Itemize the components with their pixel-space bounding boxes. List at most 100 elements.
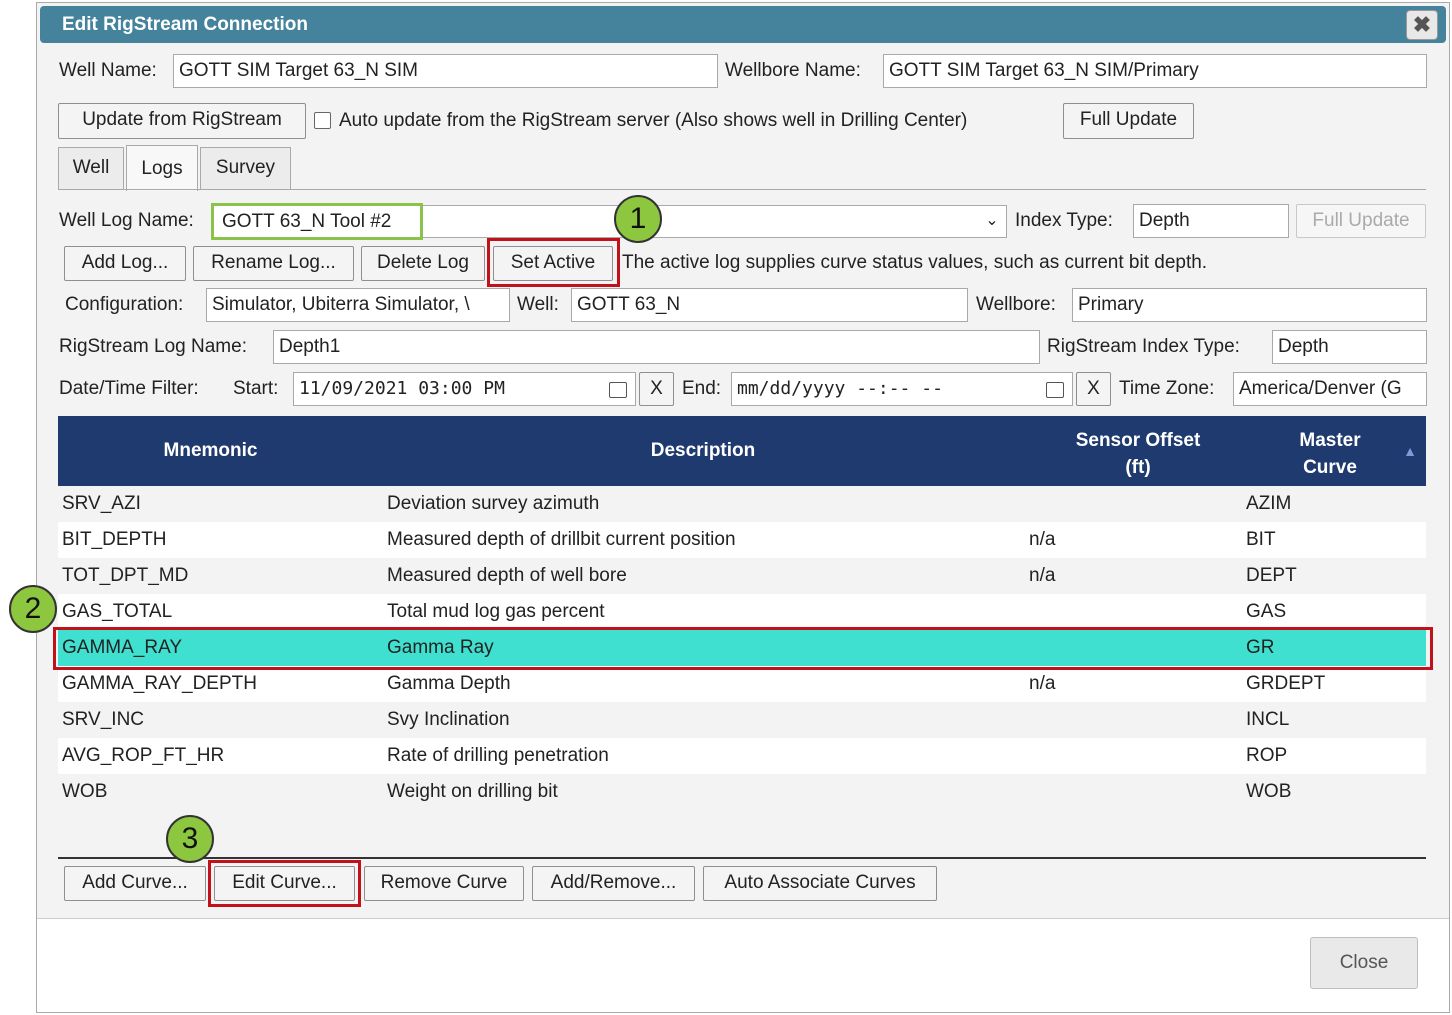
cell-description: Measured depth of drillbit current posit… <box>387 529 736 550</box>
tab-survey[interactable]: Survey <box>200 147 291 189</box>
tab-well[interactable]: Well <box>58 147 124 189</box>
cell-offset: n/a <box>1029 529 1056 550</box>
log-name-highlight <box>211 203 423 240</box>
time-zone-label: Time Zone: <box>1119 378 1215 399</box>
tab-divider <box>58 189 1426 190</box>
cell-mnemonic: SRV_INC <box>62 709 145 730</box>
clear-end-button[interactable]: X <box>1076 372 1111 406</box>
dialog-title: Edit RigStream Connection <box>40 6 1446 43</box>
update-from-rigstream-button[interactable]: Update from RigStream <box>58 103 306 139</box>
cell-description: Measured depth of well bore <box>387 565 627 586</box>
close-button[interactable]: Close <box>1310 937 1418 989</box>
wellbore-label: Wellbore: <box>976 294 1056 315</box>
active-log-note: The active log supplies curve status val… <box>622 252 1208 273</box>
cell-mnemonic: WOB <box>62 781 108 802</box>
step-2-badge: 2 <box>9 585 57 633</box>
edit-curve-highlight <box>208 860 361 907</box>
add-log-button[interactable]: Add Log... <box>64 246 186 281</box>
set-active-highlight <box>487 238 620 287</box>
end-datetime-input[interactable]: mm/dd/yyyy --:-- -- <box>731 372 1073 406</box>
time-zone-field[interactable]: America/Denver (G <box>1233 372 1427 406</box>
remove-curve-button[interactable]: Remove Curve <box>364 866 524 901</box>
table-row[interactable]: TOT_DPT_MD Measured depth of well bore n… <box>58 558 1426 594</box>
well-name-field[interactable]: GOTT SIM Target 63_N SIM <box>173 54 718 88</box>
cell-offset: n/a <box>1029 565 1056 586</box>
well-name-label: Well Name: <box>59 60 157 81</box>
configuration-field[interactable]: Simulator, Ubiterra Simulator, \ <box>206 288 510 322</box>
calendar-icon[interactable] <box>1046 382 1064 398</box>
table-row[interactable]: SRV_INC Svy Inclination INCL <box>58 702 1426 738</box>
full-update-button[interactable]: Full Update <box>1063 103 1194 139</box>
add-remove-button[interactable]: Add/Remove... <box>532 866 695 901</box>
cell-description: Weight on drilling bit <box>387 781 558 802</box>
step-3-badge: 3 <box>166 815 214 863</box>
sensor-offset-header-line2: (ft) <box>1125 457 1151 478</box>
rigstream-log-name-field[interactable]: Depth1 <box>273 330 1040 364</box>
auto-update-checkbox[interactable] <box>314 112 331 129</box>
step-1-badge: 1 <box>614 195 662 243</box>
description-column-header[interactable]: Description <box>578 438 828 464</box>
datetime-filter-label: Date/Time Filter: <box>59 378 199 399</box>
rename-log-button[interactable]: Rename Log... <box>193 246 354 281</box>
cell-master-curve: BIT <box>1246 529 1276 550</box>
table-row[interactable]: SRV_AZI Deviation survey azimuth AZIM <box>58 486 1426 522</box>
master-curve-header-line2: Curve <box>1303 457 1357 478</box>
index-type-field[interactable]: Depth <box>1133 204 1289 238</box>
end-label: End: <box>682 378 722 399</box>
cell-master-curve: GAS <box>1246 601 1287 622</box>
cell-description: Gamma Depth <box>387 673 511 694</box>
start-label: Start: <box>233 378 279 399</box>
cell-master-curve: INCL <box>1246 709 1290 730</box>
close-icon[interactable]: ✖ <box>1406 10 1438 40</box>
chevron-down-icon[interactable]: ⌄ <box>983 208 1001 234</box>
well-field[interactable]: GOTT 63_N <box>571 288 968 322</box>
rigstream-index-type-label: RigStream Index Type: <box>1047 336 1240 357</box>
mnemonic-column-header[interactable]: Mnemonic <box>118 438 303 464</box>
index-type-label: Index Type: <box>1015 210 1113 231</box>
sort-ascending-icon[interactable]: ▲ <box>1400 438 1420 464</box>
cell-mnemonic: BIT_DEPTH <box>62 529 167 550</box>
rigstream-index-type-field[interactable]: Depth <box>1272 330 1427 364</box>
table-bottom-divider <box>58 857 1426 859</box>
add-curve-button[interactable]: Add Curve... <box>64 866 206 901</box>
curve-table-header: Mnemonic Description Sensor Offset (ft) … <box>58 416 1426 486</box>
master-curve-header-line1[interactable]: Master <box>1280 428 1380 454</box>
cell-description: Svy Inclination <box>387 709 510 730</box>
cell-master-curve: ROP <box>1246 745 1288 766</box>
clear-start-button[interactable]: X <box>639 372 674 406</box>
selected-row-highlight <box>53 627 1433 670</box>
cell-mnemonic: GAS_TOTAL <box>62 601 173 622</box>
table-row[interactable]: AVG_ROP_FT_HR Rate of drilling penetrati… <box>58 738 1426 774</box>
configuration-label: Configuration: <box>65 294 184 315</box>
wellbore-name-label: Wellbore Name: <box>725 60 861 81</box>
cell-master-curve: GRDEPT <box>1246 673 1326 694</box>
cell-mnemonic: SRV_AZI <box>62 493 141 514</box>
well-log-name-label: Well Log Name: <box>59 210 194 231</box>
auto-update-label: Auto update from the RigStream server (A… <box>339 110 968 131</box>
cell-description: Rate of drilling penetration <box>387 745 609 766</box>
cell-mnemonic: TOT_DPT_MD <box>62 565 189 586</box>
cell-description: Total mud log gas percent <box>387 601 605 622</box>
wellbore-name-field[interactable]: GOTT SIM Target 63_N SIM/Primary <box>883 54 1427 88</box>
calendar-icon[interactable] <box>609 382 627 398</box>
rigstream-log-name-label: RigStream Log Name: <box>59 336 247 357</box>
start-datetime-input[interactable]: 11/09/2021 03:00 PM <box>293 372 636 406</box>
delete-log-button[interactable]: Delete Log <box>361 246 485 281</box>
dialog-footer <box>37 918 1449 1012</box>
table-row[interactable]: GAS_TOTAL Total mud log gas percent GAS <box>58 594 1426 630</box>
cell-master-curve: AZIM <box>1246 493 1292 514</box>
cell-master-curve: WOB <box>1246 781 1292 802</box>
cell-mnemonic: AVG_ROP_FT_HR <box>62 745 225 766</box>
table-row[interactable]: GAMMA_RAY_DEPTH Gamma Depth n/a GRDEPT <box>58 666 1426 702</box>
sensor-offset-header-line1[interactable]: Sensor Offset <box>1048 428 1228 454</box>
cell-mnemonic: GAMMA_RAY_DEPTH <box>62 673 257 694</box>
tab-logs[interactable]: Logs <box>126 145 198 191</box>
cell-offset: n/a <box>1029 673 1056 694</box>
table-row[interactable]: WOB Weight on drilling bit WOB <box>58 774 1426 810</box>
cell-description: Deviation survey azimuth <box>387 493 600 514</box>
cell-master-curve: DEPT <box>1246 565 1297 586</box>
log-full-update-button[interactable]: Full Update <box>1296 204 1426 238</box>
auto-associate-curves-button[interactable]: Auto Associate Curves <box>703 866 937 901</box>
wellbore-field[interactable]: Primary <box>1072 288 1427 322</box>
table-row[interactable]: BIT_DEPTH Measured depth of drillbit cur… <box>58 522 1426 558</box>
